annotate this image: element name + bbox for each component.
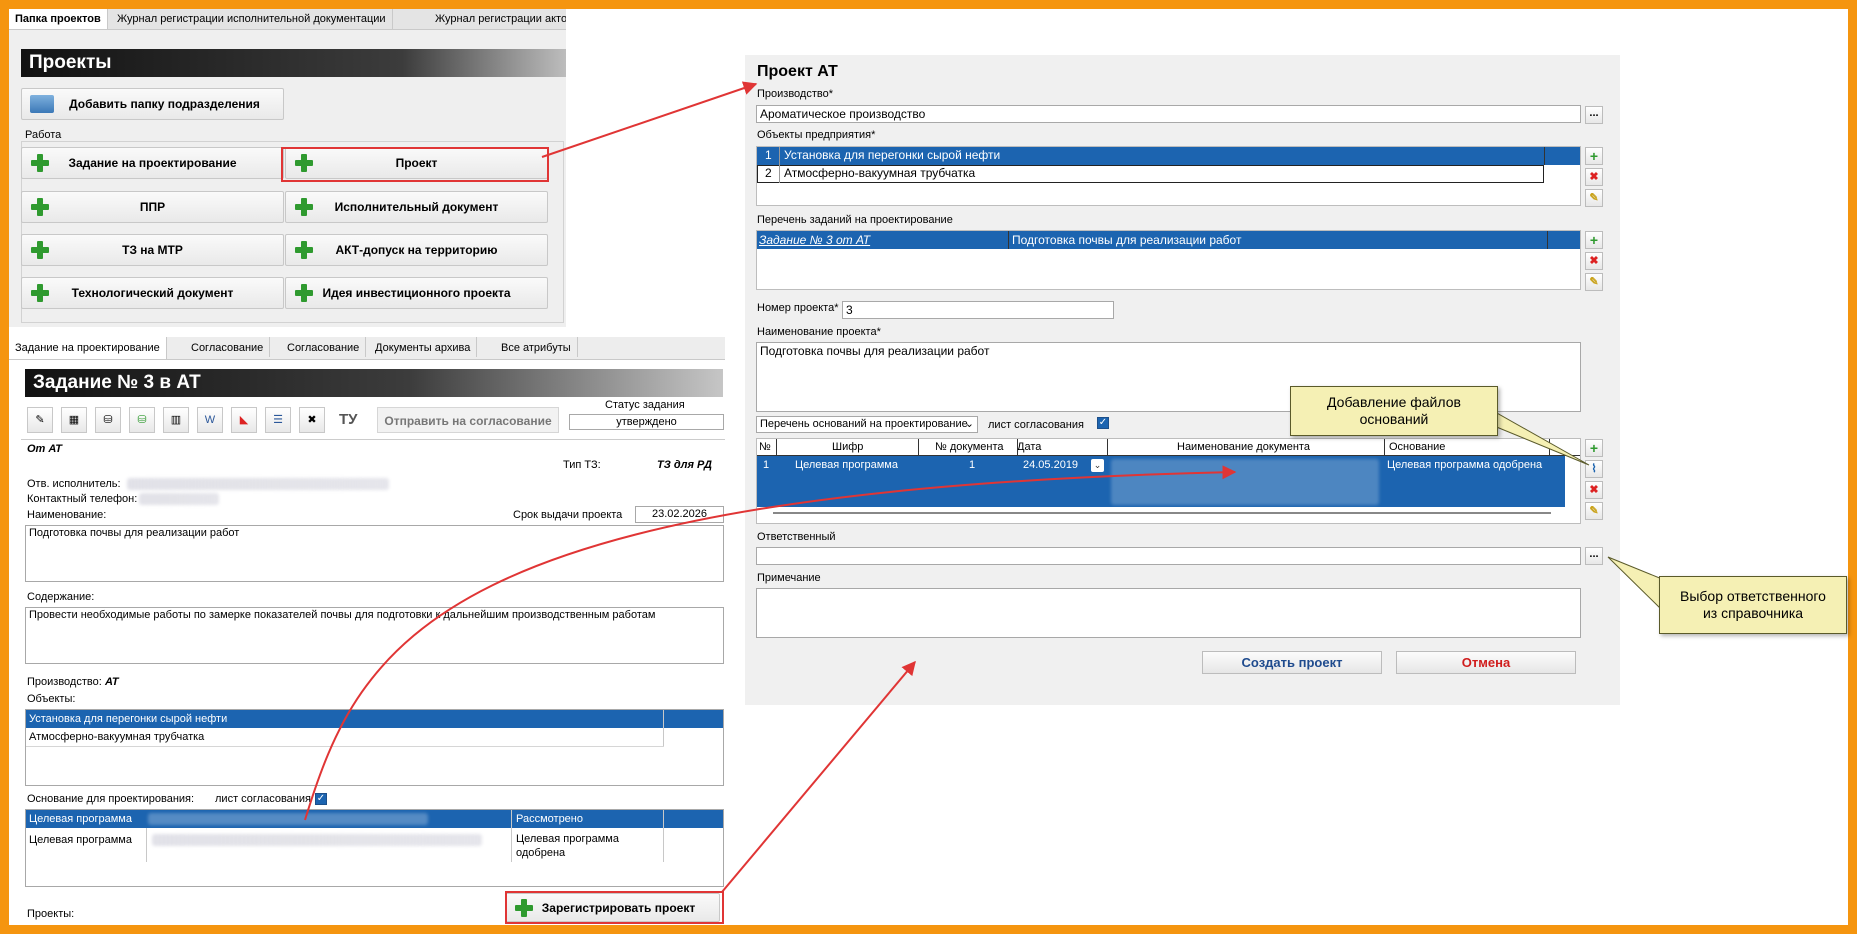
- callout-tail-responsible: [1607, 556, 1663, 612]
- files-callout: Добавление файлов оснований: [1290, 386, 1498, 436]
- arrow-basis-to-grid: [304, 465, 1237, 821]
- arrow-register-to-form: [721, 660, 916, 893]
- arrow-to-form: [541, 81, 758, 158]
- annotation-arrows: [304, 81, 1663, 893]
- responsible-callout: Выбор ответственного из справочника: [1659, 576, 1847, 634]
